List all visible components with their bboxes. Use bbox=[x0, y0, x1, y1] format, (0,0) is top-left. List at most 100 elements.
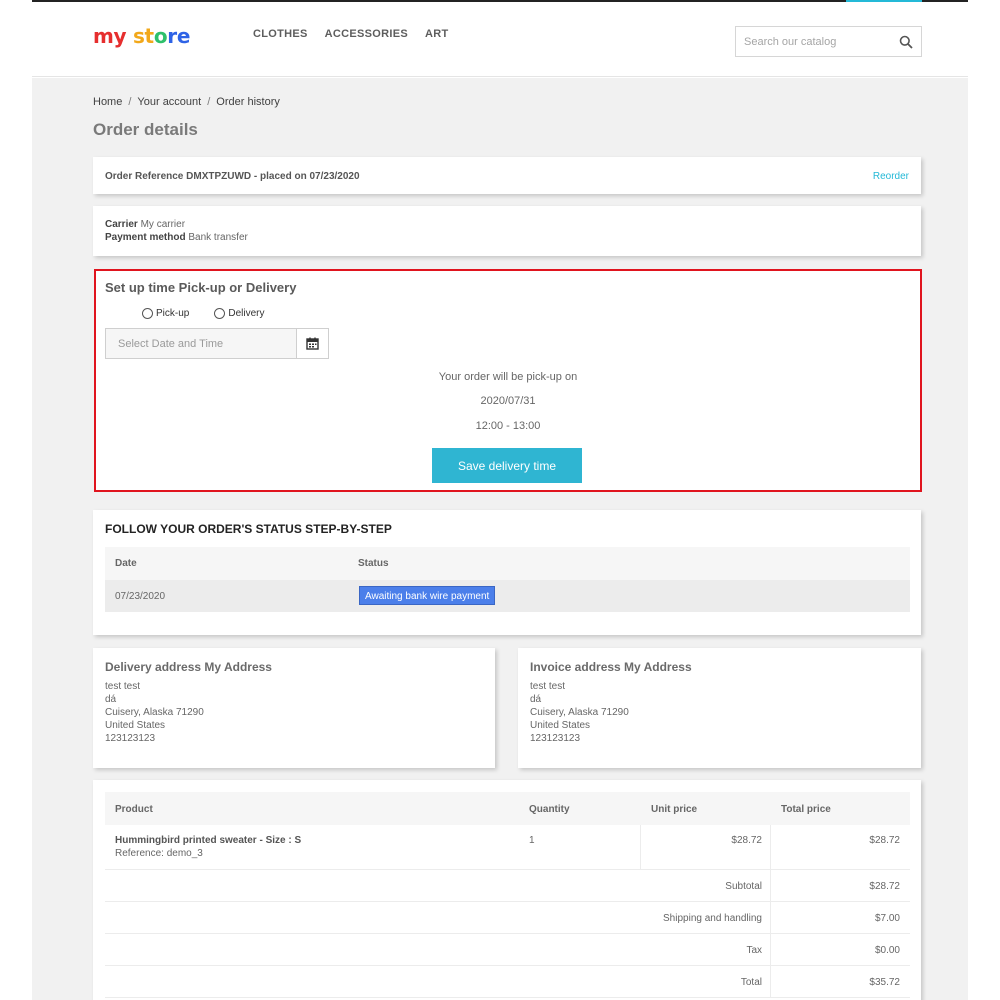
tax-value: $0.00 bbox=[874, 945, 900, 956]
divider bbox=[770, 934, 771, 965]
pickup-time: 12:00 - 13:00 bbox=[475, 420, 541, 432]
col-unit-price: Unit price bbox=[651, 804, 698, 815]
order-reference: Order Reference DMXTPZUWD - placed on 07… bbox=[105, 171, 360, 182]
col-product: Product bbox=[115, 804, 153, 815]
product-reference: Reference: demo_3 bbox=[115, 848, 203, 859]
subtotal-value: $28.72 bbox=[869, 881, 900, 892]
search-input[interactable] bbox=[736, 27, 886, 56]
delivery-options: Pick-up Delivery bbox=[142, 308, 264, 319]
reorder-link[interactable]: Reorder bbox=[873, 171, 909, 182]
address-line: United States bbox=[530, 720, 591, 731]
delivery-option[interactable]: Delivery bbox=[214, 308, 264, 319]
page: my store CLOTHES ACCESSORIES ART Home / Yo… bbox=[0, 0, 1000, 1000]
tax-row: Tax $0.00 bbox=[105, 934, 910, 966]
carrier-label: Carrier bbox=[105, 219, 138, 230]
breadcrumb-home[interactable]: Home bbox=[93, 96, 122, 108]
save-delivery-time-button[interactable]: Save delivery time bbox=[432, 448, 582, 483]
delivery-title: Set up time Pick-up or Delivery bbox=[105, 280, 297, 295]
total-row: Total $35.72 bbox=[105, 966, 910, 998]
payment-label: Payment method bbox=[105, 232, 186, 243]
status-col-status: Status bbox=[358, 558, 389, 569]
invoice-address-lines: test test dá Cuisery, Alaska 71290 Unite… bbox=[530, 680, 629, 745]
status-table-header: Date Status bbox=[105, 547, 910, 580]
payment-value: Bank transfer bbox=[188, 232, 248, 243]
address-line: test test bbox=[105, 681, 141, 692]
site-header: my store CLOTHES ACCESSORIES ART bbox=[32, 2, 968, 77]
address-line: test test bbox=[530, 681, 566, 692]
divider bbox=[770, 966, 771, 997]
main-nav: CLOTHES ACCESSORIES ART bbox=[253, 28, 449, 40]
search-box bbox=[735, 26, 922, 57]
status-table: Date Status 07/23/2020 Awaiting bank wir… bbox=[105, 547, 910, 612]
invoice-address-title: Invoice address My Address bbox=[530, 660, 692, 674]
payment-line: Payment method Bank transfer bbox=[105, 232, 248, 243]
products-card: Product Quantity Unit price Total price … bbox=[93, 780, 921, 1000]
table-row: 07/23/2020 Awaiting bank wire payment bbox=[105, 580, 910, 612]
delivery-radio[interactable] bbox=[214, 308, 226, 319]
logo-part: o bbox=[153, 24, 168, 48]
address-line: Cuisery, Alaska 71290 bbox=[530, 707, 629, 718]
delivery-address-title: Delivery address My Address bbox=[105, 660, 272, 674]
pickup-message: Your order will be pick-up on bbox=[438, 371, 578, 383]
product-name[interactable]: Hummingbird printed sweater - Size : S bbox=[115, 835, 301, 846]
status-title: FOLLOW YOUR ORDER'S STATUS STEP-BY-STEP bbox=[105, 522, 392, 536]
divider bbox=[770, 902, 771, 933]
divider bbox=[770, 870, 771, 901]
total-value: $35.72 bbox=[869, 977, 900, 988]
order-status-card: FOLLOW YOUR ORDER'S STATUS STEP-BY-STEP … bbox=[93, 510, 921, 635]
nav-accessories[interactable]: ACCESSORIES bbox=[325, 28, 408, 40]
products-table-header: Product Quantity Unit price Total price bbox=[105, 792, 910, 825]
address-line: 123123123 bbox=[530, 733, 581, 744]
delivery-address-lines: test test dá Cuisery, Alaska 71290 Unite… bbox=[105, 680, 204, 745]
status-date: 07/23/2020 bbox=[115, 591, 166, 602]
breadcrumb-separator: / bbox=[207, 96, 211, 108]
address-line: dá bbox=[530, 694, 542, 705]
store-logo[interactable]: my store bbox=[93, 24, 190, 48]
page-title: Order details bbox=[93, 120, 198, 139]
delivery-time-panel: Set up time Pick-up or Delivery Pick-up … bbox=[94, 269, 922, 492]
products-table: Product Quantity Unit price Total price … bbox=[105, 792, 910, 998]
logo-part: st bbox=[132, 24, 154, 48]
subtotal-label: Subtotal bbox=[725, 881, 762, 892]
date-time-input[interactable] bbox=[106, 329, 297, 358]
status-badge: Awaiting bank wire payment bbox=[359, 586, 496, 605]
pickup-label: Pick-up bbox=[156, 308, 190, 319]
logo-part: my bbox=[93, 24, 127, 48]
calendar-icon[interactable] bbox=[297, 329, 328, 358]
pickup-option[interactable]: Pick-up bbox=[142, 308, 189, 319]
main-content: Home / Your account / Order history Order de… bbox=[32, 78, 968, 1000]
search-icon[interactable] bbox=[899, 35, 913, 49]
nav-art[interactable]: ART bbox=[425, 28, 449, 40]
pickup-radio[interactable] bbox=[142, 308, 153, 319]
breadcrumb-separator: / bbox=[128, 96, 132, 108]
carrier-card: Carrier My carrier Payment method Bank t… bbox=[93, 206, 921, 256]
product-total-price: $28.72 bbox=[869, 835, 900, 846]
delivery-label: Delivery bbox=[228, 308, 265, 319]
breadcrumb-account[interactable]: Your account bbox=[137, 96, 201, 108]
shipping-value: $7.00 bbox=[874, 913, 900, 924]
status-col-date: Date bbox=[115, 558, 137, 569]
logo-part: re bbox=[167, 24, 191, 48]
order-reference-card: Order Reference DMXTPZUWD - placed on 07… bbox=[93, 157, 921, 194]
address-line: United States bbox=[105, 720, 166, 731]
date-time-picker bbox=[105, 328, 329, 359]
divider bbox=[640, 825, 641, 869]
tax-label: Tax bbox=[746, 945, 762, 956]
divider bbox=[770, 825, 771, 869]
delivery-address-card: Delivery address My Address test test dá… bbox=[93, 648, 495, 768]
col-total-price: Total price bbox=[781, 804, 831, 815]
pickup-date: 2020/07/31 bbox=[480, 395, 536, 407]
address-line: dá bbox=[105, 694, 117, 705]
carrier-value: My carrier bbox=[140, 219, 186, 230]
subtotal-row: Subtotal $28.72 bbox=[105, 870, 910, 902]
logo-space bbox=[126, 24, 133, 48]
breadcrumb-order-history[interactable]: Order history bbox=[216, 96, 280, 108]
product-quantity: 1 bbox=[529, 835, 535, 846]
shipping-label: Shipping and handling bbox=[663, 913, 762, 924]
table-row: Hummingbird printed sweater - Size : S R… bbox=[105, 825, 910, 870]
nav-clothes[interactable]: CLOTHES bbox=[253, 28, 308, 40]
carrier-line: Carrier My carrier bbox=[105, 219, 185, 230]
total-label: Total bbox=[740, 977, 762, 988]
breadcrumb: Home / Your account / Order history bbox=[93, 96, 280, 108]
address-line: 123123123 bbox=[105, 733, 156, 744]
